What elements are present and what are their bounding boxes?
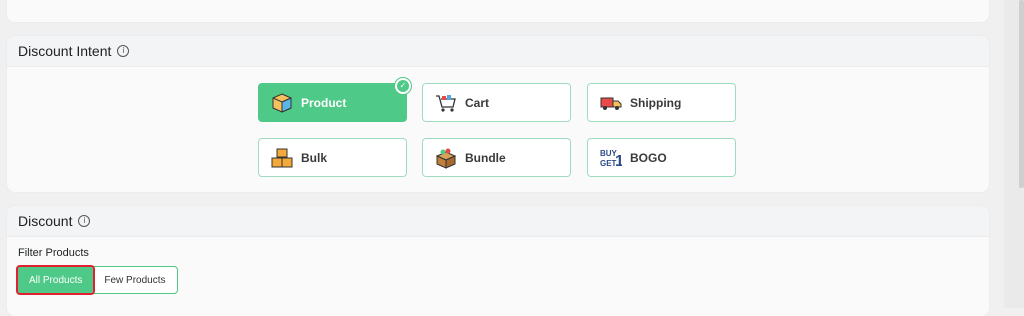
discount-header: Discount i bbox=[7, 206, 989, 237]
intent-option-cart[interactable]: Cart bbox=[422, 83, 571, 122]
discount-title: Discount bbox=[18, 213, 73, 229]
cart-icon bbox=[435, 92, 457, 114]
filter-products-toggle: All Products Few Products bbox=[15, 265, 178, 295]
check-icon: ✓ bbox=[395, 78, 411, 94]
scrollbar-thumb[interactable] bbox=[1019, 0, 1024, 188]
intent-option-label: Product bbox=[301, 95, 347, 110]
info-icon[interactable]: i bbox=[78, 215, 91, 227]
discount-intent-header: Discount Intent i bbox=[7, 36, 989, 67]
svg-text:1: 1 bbox=[615, 153, 622, 169]
discount-intent-card: Discount Intent i Product ✓ Cart Shippin… bbox=[7, 36, 989, 192]
info-icon[interactable]: i bbox=[117, 45, 130, 57]
discount-intent-title: Discount Intent bbox=[18, 43, 112, 59]
filter-products-label: Filter Products bbox=[18, 247, 89, 259]
boxes-icon bbox=[271, 147, 293, 169]
intent-option-product[interactable]: Product ✓ bbox=[258, 78, 411, 122]
truck-icon bbox=[600, 92, 622, 114]
bundle-icon bbox=[435, 147, 457, 169]
box-icon bbox=[271, 92, 293, 114]
intent-option-label: Bundle bbox=[465, 150, 506, 165]
intent-option-label: BOGO bbox=[630, 150, 667, 165]
few-products-button[interactable]: Few Products bbox=[93, 267, 176, 293]
intent-option-shipping[interactable]: Shipping bbox=[587, 83, 736, 122]
intent-option-bogo[interactable]: BUY GET 1 BOGO bbox=[587, 138, 736, 177]
all-products-button[interactable]: All Products bbox=[15, 265, 96, 295]
intent-option-label: Bulk bbox=[301, 150, 328, 165]
intent-option-label: Shipping bbox=[630, 95, 682, 110]
bogo-icon: BUY GET 1 bbox=[600, 147, 622, 169]
intent-option-bundle[interactable]: Bundle bbox=[422, 138, 571, 177]
previous-section-card bbox=[7, 0, 989, 22]
intent-option-bulk[interactable]: Bulk bbox=[258, 138, 407, 177]
discount-card: Discount i Filter Products All Products … bbox=[7, 206, 989, 316]
intent-option-label: Cart bbox=[465, 95, 490, 110]
